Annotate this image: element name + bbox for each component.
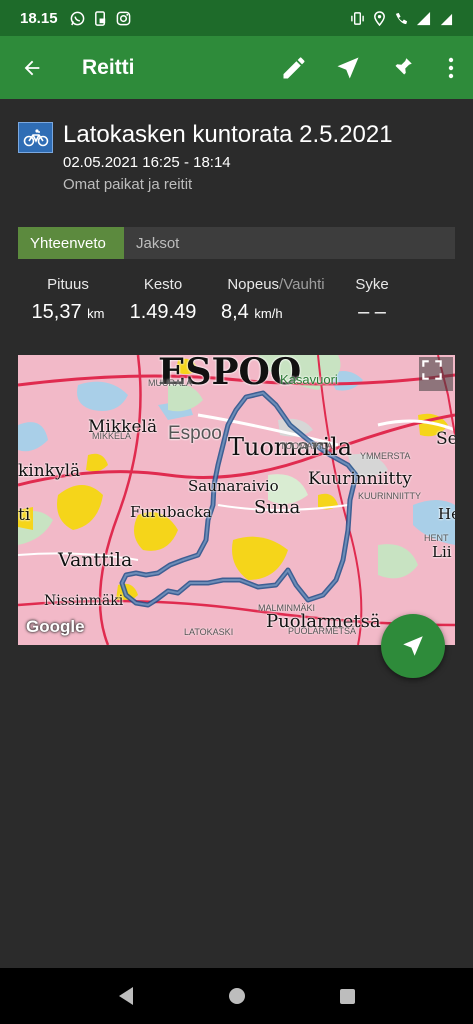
route-time-range: 02.05.2021 16:25 - 18:14 bbox=[63, 154, 231, 171]
nav-home-button[interactable] bbox=[222, 981, 252, 1011]
map-label-kasavuori: Kasavuori bbox=[280, 372, 338, 387]
map-label-ymmersta: YMMERSTA bbox=[360, 451, 411, 461]
google-attribution: Google bbox=[26, 617, 85, 636]
map-label-li: Lii bbox=[432, 543, 452, 561]
navigate-icon bbox=[403, 636, 423, 656]
activity-type-badge bbox=[18, 122, 53, 153]
pin-button[interactable] bbox=[375, 36, 429, 99]
system-nav-bar bbox=[0, 968, 473, 1024]
battery-icon bbox=[440, 13, 453, 25]
navigate-button[interactable] bbox=[321, 36, 375, 99]
map-label-ti: ti bbox=[18, 505, 31, 525]
recents-icon bbox=[340, 988, 355, 1004]
map-label-saunaraivio: Saunaraivio bbox=[188, 477, 279, 495]
tab-bar: Yhteenveto Jaksot bbox=[18, 227, 455, 259]
arrow-back-icon bbox=[24, 60, 40, 75]
stat-distance: Pituus 15,37 km bbox=[18, 276, 118, 324]
map-label-henttaa: HENT bbox=[424, 533, 449, 543]
location-icon bbox=[374, 10, 385, 26]
tab-sections[interactable]: Jaksot bbox=[124, 227, 191, 259]
navigate-icon bbox=[337, 57, 359, 78]
map-label-puolarmetsa-small: PUOLARMETSÄ bbox=[288, 626, 357, 636]
more-options-button[interactable] bbox=[429, 36, 473, 99]
instagram-icon bbox=[116, 11, 130, 25]
home-icon bbox=[228, 988, 245, 1004]
map-label-kuurinniitty: Kuurinniitty bbox=[308, 469, 412, 489]
stat-duration: Kesto 1.49.49 bbox=[122, 276, 204, 324]
page-title: Reitti bbox=[82, 55, 135, 79]
status-bar: 18.15 bbox=[0, 0, 473, 36]
back-icon bbox=[118, 987, 133, 1005]
route-header: Latokasken kuntorata 2.5.2021 02.05.2021… bbox=[18, 118, 455, 193]
stats-row: Pituus 15,37 km Kesto 1.49.49 Nopeus/Vau… bbox=[18, 276, 455, 336]
map-label-kilo: kinkylä bbox=[18, 461, 81, 481]
status-time: 18.15 bbox=[20, 9, 58, 27]
map-label-latokaski: LATOKASKI bbox=[184, 627, 234, 637]
stat-label-heart-rate: Syke bbox=[355, 276, 389, 293]
navigate-fab[interactable] bbox=[381, 614, 445, 678]
tab-summary[interactable]: Yhteenveto bbox=[18, 227, 124, 259]
stat-value-distance: 15,37 km bbox=[31, 301, 105, 323]
stat-heart-rate: Syke – – bbox=[348, 276, 396, 324]
map-label-mikkela-small: MIKKELÄ bbox=[92, 431, 132, 441]
map-label-suna: Suna bbox=[254, 497, 301, 518]
nav-recents-button[interactable] bbox=[333, 981, 363, 1011]
map-label-se: Se bbox=[436, 429, 455, 449]
map-label-he: He bbox=[438, 505, 455, 523]
map-label-muurala: MUURALA bbox=[148, 378, 193, 388]
more-icon bbox=[448, 57, 454, 78]
map-label-furubacka: Furubacka bbox=[130, 503, 212, 521]
edit-button[interactable] bbox=[267, 36, 321, 99]
fullscreen-icon bbox=[422, 360, 442, 380]
route-map[interactable]: ESPOO Kasavuori MUURALA Mikkelä MIKKELÄ … bbox=[18, 355, 455, 645]
vibrate-icon bbox=[351, 11, 364, 25]
stat-label-speed: Nopeus/Vauhti bbox=[227, 276, 325, 293]
app-bar: Reitti bbox=[0, 36, 473, 99]
nav-back-button[interactable] bbox=[111, 981, 141, 1011]
map-label-vanttila: Vanttila bbox=[58, 549, 133, 571]
map-label-nissinmaki: Nissinmäki bbox=[44, 593, 124, 609]
route-folder[interactable]: Omat paikat ja reitit bbox=[63, 176, 393, 193]
pin-icon bbox=[393, 57, 412, 76]
stat-label-distance: Pituus bbox=[47, 276, 89, 293]
stat-label-duration: Kesto bbox=[143, 276, 183, 293]
stat-value-heart-rate: – – bbox=[358, 301, 386, 323]
4g-signal-icon bbox=[416, 11, 431, 25]
map-label-tuomarila-small: TUOMARILA bbox=[280, 441, 333, 451]
stat-value-speed: 8,4 km/h bbox=[221, 301, 283, 323]
fullscreen-button[interactable] bbox=[419, 357, 453, 391]
stat-value-duration: 1.49.49 bbox=[129, 301, 197, 323]
stat-speed[interactable]: Nopeus/Vauhti 8,4 km/h bbox=[218, 276, 334, 324]
route-name: Latokasken kuntorata 2.5.2021 bbox=[63, 121, 393, 148]
call-4g-icon bbox=[395, 12, 408, 24]
phone-lock-icon bbox=[94, 10, 105, 26]
back-button[interactable] bbox=[0, 36, 64, 99]
whatsapp-icon bbox=[70, 11, 84, 25]
map-label-espoo: Espoo bbox=[168, 423, 222, 444]
map-label-kuurinniitty-small: KUURINNIITTY bbox=[358, 491, 421, 501]
bicycle-icon bbox=[23, 128, 48, 146]
edit-icon bbox=[283, 56, 305, 78]
